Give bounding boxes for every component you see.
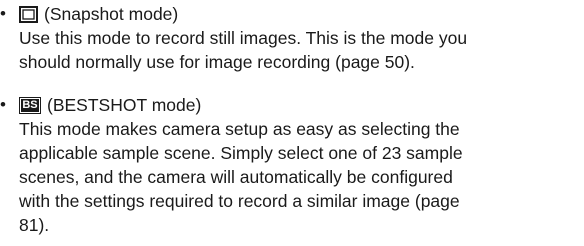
item-title-line: BS (BESTSHOT mode) <box>19 93 584 117</box>
document-body: • (Snapshot mode) Use this mode to recor… <box>0 2 584 237</box>
description-line: This mode makes camera setup as easy as … <box>19 119 460 139</box>
snapshot-mode-icon <box>19 6 38 23</box>
item-title: (Snapshot mode) <box>44 4 179 24</box>
list-item-snapshot-mode: • (Snapshot mode) Use this mode to recor… <box>0 2 584 74</box>
bullet: • <box>0 95 6 114</box>
description-line: applicable sample scene. Simply select o… <box>19 143 463 163</box>
bullet: • <box>0 4 6 23</box>
bestshot-mode-icon: BS <box>19 97 41 114</box>
item-title-line: (Snapshot mode) <box>19 2 584 26</box>
description-line: should normally use for image recording … <box>19 52 415 72</box>
description-line: scenes, and the camera will automaticall… <box>19 167 453 187</box>
item-description: Use this mode to record still images. Th… <box>19 26 584 74</box>
description-line: with the settings required to record a s… <box>19 191 460 211</box>
item-description: This mode makes camera setup as easy as … <box>19 117 584 237</box>
list-item-bestshot-mode: • BS (BESTSHOT mode) This mode makes came… <box>0 93 584 237</box>
description-line: Use this mode to record still images. Th… <box>19 28 468 48</box>
item-title: (BESTSHOT mode) <box>47 95 202 115</box>
description-line: 81). <box>19 215 50 235</box>
bestshot-icon-text: BS <box>20 98 40 113</box>
